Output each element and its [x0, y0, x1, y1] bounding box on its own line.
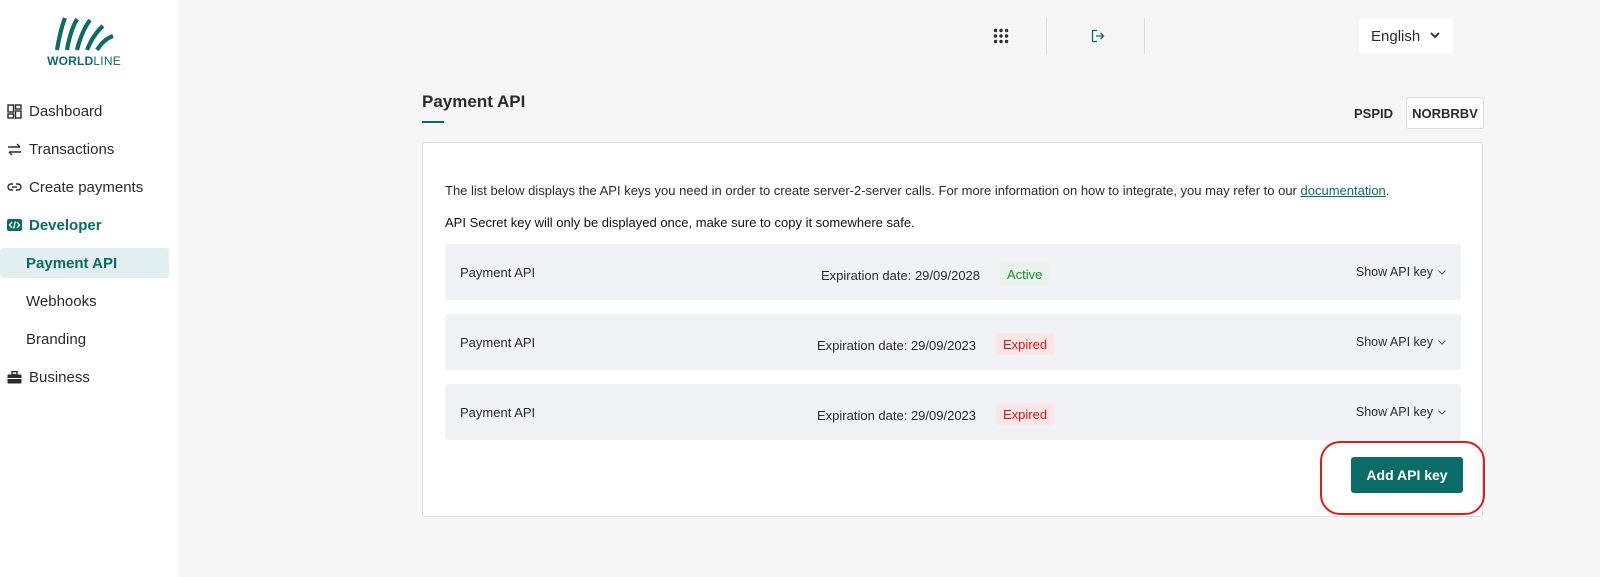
documentation-link[interactable]: documentation	[1301, 183, 1386, 198]
sidebar-subitem-label: Branding	[26, 330, 87, 348]
sidebar-item-dashboard[interactable]: Dashboard	[0, 92, 178, 130]
sidebar-subitem-label: Payment API	[26, 254, 118, 272]
logout-button[interactable]	[1082, 20, 1114, 52]
sidebar: WORLDLINE Dashboard Transactions Create …	[0, 0, 178, 577]
secret-key-warning: API Secret key will only be displayed on…	[445, 215, 915, 230]
top-bar: English	[178, 0, 1600, 72]
sidebar-subitem-label: Webhooks	[26, 292, 97, 310]
apps-grid-button[interactable]	[985, 20, 1017, 52]
status-badge: Expired	[996, 403, 1055, 425]
sidebar-subitem-payment-api[interactable]: Payment API	[0, 248, 169, 278]
code-icon	[6, 217, 22, 233]
api-key-expiration: Expiration date: 29/09/2023	[817, 338, 977, 353]
logo-text: WORLDLINE	[47, 54, 121, 68]
sidebar-item-create-payments[interactable]: Create payments	[0, 168, 178, 206]
api-key-name: Payment API	[460, 405, 536, 420]
sidebar-item-business[interactable]: Business	[0, 358, 178, 396]
worldline-logo[interactable]: WORLDLINE	[44, 14, 124, 72]
sidebar-item-label: Transactions	[29, 140, 115, 158]
api-key-row: Payment API Expiration date: 29/09/2023 …	[445, 384, 1461, 440]
chevron-down-icon	[1430, 32, 1440, 39]
chevron-down-icon	[1438, 340, 1446, 345]
show-api-key-toggle[interactable]: Show API key	[1356, 265, 1447, 279]
card-description: The list below displays the API keys you…	[445, 183, 1390, 198]
title-underline	[422, 121, 444, 123]
logout-icon	[1091, 29, 1105, 43]
chevron-down-icon	[1438, 410, 1446, 415]
top-divider	[1144, 18, 1145, 54]
page-title: Payment API	[422, 92, 526, 111]
sidebar-item-developer[interactable]: Developer	[0, 206, 178, 244]
sidebar-item-label: Dashboard	[29, 102, 103, 120]
api-key-name: Payment API	[460, 335, 536, 350]
link-icon	[6, 179, 22, 195]
chevron-down-icon	[1438, 270, 1446, 275]
sidebar-nav: Dashboard Transactions Create payments D…	[0, 92, 178, 396]
status-badge: Expired	[996, 333, 1055, 355]
worldline-logo-icon	[54, 17, 114, 52]
api-key-row: Payment API Expiration date: 29/09/2023 …	[445, 314, 1461, 370]
sidebar-item-label: Business	[29, 368, 90, 386]
show-api-key-toggle[interactable]: Show API key	[1356, 405, 1447, 419]
api-key-expiration: Expiration date: 29/09/2023	[817, 408, 977, 423]
top-divider	[1046, 18, 1047, 54]
api-key-row: Payment API Expiration date: 29/09/2028 …	[445, 244, 1461, 300]
language-select[interactable]: English	[1359, 18, 1453, 54]
sidebar-item-transactions[interactable]: Transactions	[0, 130, 178, 168]
add-api-key-button[interactable]: Add API key	[1351, 457, 1463, 493]
api-key-expiration: Expiration date: 29/09/2028	[821, 268, 981, 283]
api-keys-card: The list below displays the API keys you…	[422, 142, 1483, 517]
sidebar-item-label: Developer	[29, 216, 102, 234]
status-badge: Active	[1000, 263, 1050, 285]
sidebar-subitem-webhooks[interactable]: Webhooks	[0, 282, 178, 320]
api-key-name: Payment API	[460, 265, 536, 280]
sidebar-item-label: Create payments	[29, 178, 144, 196]
show-api-key-toggle[interactable]: Show API key	[1356, 335, 1447, 349]
pspid-label: PSPID	[1354, 106, 1394, 121]
pspid-value: NORBRBV	[1406, 97, 1484, 129]
transfer-arrows-icon	[6, 141, 22, 157]
sidebar-subitem-branding[interactable]: Branding	[0, 320, 178, 358]
grid-icon	[993, 28, 1009, 44]
briefcase-icon	[6, 369, 22, 385]
dashboard-icon	[6, 103, 22, 119]
language-label: English	[1371, 27, 1421, 45]
